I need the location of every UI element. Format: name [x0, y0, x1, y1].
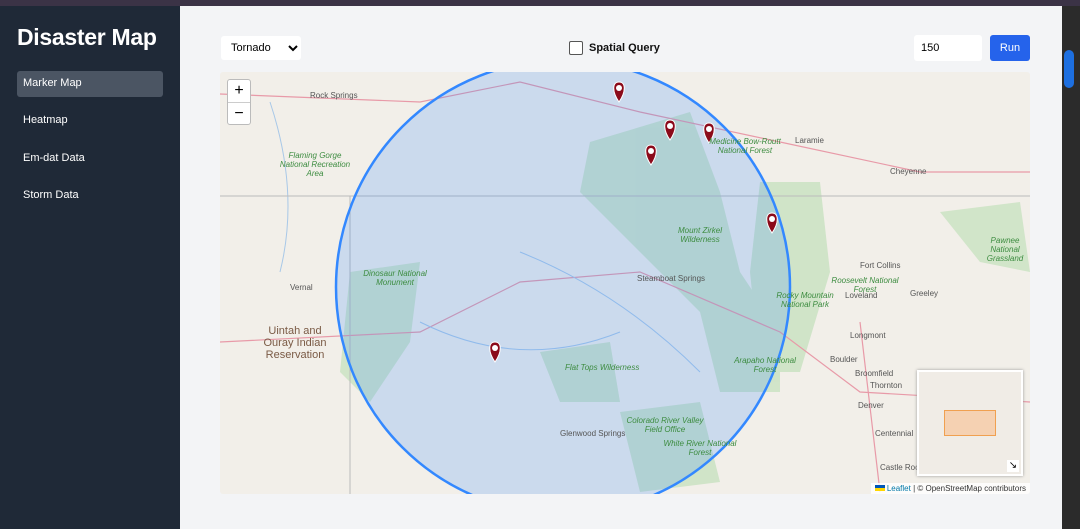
place-label: Steamboat Springs: [637, 274, 706, 283]
sidebar-item-storm-data[interactable]: Storm Data: [17, 183, 163, 209]
minimap[interactable]: ↘: [917, 370, 1023, 476]
place-label: Rock Springs: [310, 91, 358, 100]
place-label: Thornton: [870, 381, 903, 390]
marker-dot: [616, 85, 622, 91]
sidebar-item-emdat-data[interactable]: Em-dat Data: [17, 146, 163, 172]
marker-dot: [667, 123, 673, 129]
place-label: Flat Tops Wilderness: [565, 363, 640, 372]
main-content: Tornado Spatial Query Run Rock Springs Fl…: [180, 6, 1062, 529]
run-button[interactable]: Run: [990, 35, 1030, 61]
marker-dot: [492, 345, 498, 351]
ukraine-flag-icon: [874, 485, 885, 491]
place-label: Uintah and Ouray Indian Reservation: [263, 325, 327, 362]
place-label: Laramie: [795, 136, 824, 145]
sidebar-item-heatmap[interactable]: Heatmap: [17, 108, 163, 134]
spatial-query-checkbox[interactable]: [569, 41, 583, 55]
place-label: Glenwood Springs: [560, 429, 626, 438]
marker-dot: [769, 216, 775, 222]
place-label: Rocky Mountain National Park: [776, 291, 834, 309]
scrollbar-thumb[interactable]: [1064, 50, 1074, 88]
place-label: Flaming Gorge National Recreation Area: [279, 151, 351, 178]
minimap-toggle-icon[interactable]: ↘: [1007, 460, 1019, 472]
sidebar: Disaster Map Marker Map Heatmap Em-dat D…: [0, 6, 180, 529]
place-label: Longmont: [850, 331, 886, 340]
place-label: Fort Collins: [860, 261, 901, 270]
page-scrollbar[interactable]: [1062, 6, 1080, 529]
marker-dot: [706, 126, 712, 132]
app-title: Disaster Map: [17, 24, 157, 50]
place-label: Medicine Bow-Routt National Forest: [709, 137, 781, 155]
place-label: Broomfield: [855, 369, 894, 378]
leaflet-link[interactable]: Leaflet: [887, 484, 911, 493]
place-label: Mount Zirkel Wilderness: [677, 226, 722, 244]
sidebar-item-marker-map[interactable]: Marker Map: [17, 71, 163, 97]
map[interactable]: Rock Springs Flaming Gorge National Recre…: [220, 72, 1030, 494]
place-label: Greeley: [910, 289, 939, 298]
disaster-type-select[interactable]: Tornado: [221, 36, 301, 60]
place-label: Colorado River Valley Field Office: [626, 416, 704, 434]
zoom-control: + −: [227, 79, 251, 125]
osm-attribution: | © OpenStreetMap contributors: [913, 484, 1026, 493]
spatial-query-toggle[interactable]: Spatial Query: [569, 41, 660, 55]
radius-input[interactable]: [914, 35, 982, 61]
zoom-out-button[interactable]: −: [228, 102, 250, 124]
spatial-query-label: Spatial Query: [589, 42, 660, 54]
place-label: Pawnee National Grassland: [986, 236, 1024, 263]
place-label: Boulder: [830, 355, 858, 364]
place-label: Denver: [858, 401, 884, 410]
map-attribution: Leaflet | © OpenStreetMap contributors: [870, 483, 1030, 494]
place-label: Vernal: [290, 283, 313, 292]
place-label: Cheyenne: [890, 167, 927, 176]
marker-dot: [648, 148, 654, 154]
place-label: Centennial: [875, 429, 914, 438]
place-label: Arapaho National Forest: [734, 356, 796, 374]
place-label: White River National Forest: [663, 439, 737, 457]
zoom-in-button[interactable]: +: [228, 80, 250, 102]
place-label: Dinosaur National Monument: [363, 269, 427, 287]
minimap-viewport[interactable]: [944, 410, 996, 436]
